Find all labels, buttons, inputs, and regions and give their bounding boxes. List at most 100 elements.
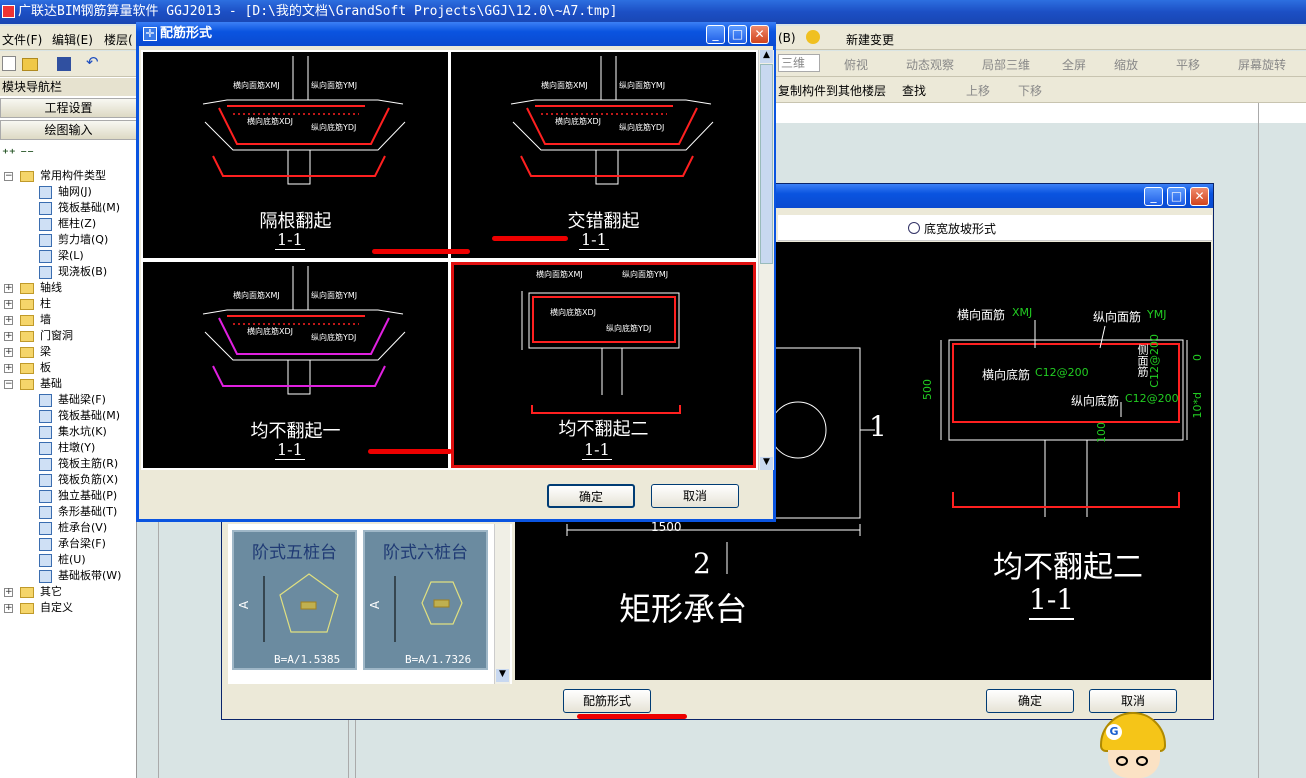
find-button[interactable]: 查找 bbox=[902, 82, 926, 99]
back-ok-button[interactable]: 确定 bbox=[986, 689, 1074, 713]
tree-item[interactable]: 条形基础(T) bbox=[0, 504, 137, 520]
tree-label: 门窗洞 bbox=[40, 329, 73, 342]
undo-icon[interactable]: ↶ bbox=[86, 53, 99, 71]
tree-item[interactable]: 梁(L) bbox=[0, 248, 137, 264]
tree-group[interactable]: + 自定义 bbox=[0, 600, 137, 616]
expand-icon[interactable]: + bbox=[4, 348, 13, 357]
copy-to-floor-button[interactable]: 复制构件到其他楼层 bbox=[778, 82, 886, 99]
back-cancel-button[interactable]: 取消 bbox=[1089, 689, 1177, 713]
tree-group[interactable]: + 其它 bbox=[0, 584, 137, 600]
tree-label: 基础 bbox=[40, 377, 62, 390]
zoom-button[interactable]: 缩放 bbox=[1114, 56, 1138, 73]
close-button[interactable]: ✕ bbox=[1190, 187, 1209, 206]
thumb-six-pile[interactable]: 阶式六桩台 A B=A/1.7326 bbox=[363, 530, 488, 670]
thumb-list-scrollbar[interactable]: ▼ bbox=[494, 524, 510, 684]
collapse-icon[interactable]: − bbox=[4, 172, 13, 181]
tree-item[interactable]: 筏板基础(M) bbox=[0, 408, 137, 424]
menu-help[interactable]: (B) bbox=[778, 31, 796, 45]
option-jun-bu-fan-qi-2[interactable]: 横向面筋XMJ 纵向面筋YMJ 横向底筋XDJ 纵向底筋YDJ 均不翻起二 1-1 bbox=[451, 262, 756, 468]
tree-group[interactable]: + 门窗洞 bbox=[0, 328, 137, 344]
tree-item[interactable]: 筏板基础(M) bbox=[0, 200, 137, 216]
expand-icon[interactable]: + bbox=[4, 316, 13, 325]
front-ok-button[interactable]: 确定 bbox=[547, 484, 635, 508]
tree-label: 柱 bbox=[40, 297, 51, 310]
project-settings-button[interactable]: 工程设置 bbox=[0, 98, 137, 118]
menu-edit[interactable]: 编辑(E) bbox=[52, 31, 93, 48]
option-scrollbar[interactable]: ▲ ▼ bbox=[758, 50, 774, 470]
tree-group[interactable]: + 板 bbox=[0, 360, 137, 376]
front-cancel-button[interactable]: 取消 bbox=[651, 484, 739, 508]
tree-item[interactable]: 承台梁(F) bbox=[0, 536, 137, 552]
tree-item[interactable]: 柱墩(Y) bbox=[0, 440, 137, 456]
expand-icon[interactable]: + bbox=[4, 604, 13, 613]
tree-label: 独立基础(P) bbox=[58, 489, 118, 502]
tree-item[interactable]: 轴网(J) bbox=[0, 184, 137, 200]
move-down-button[interactable]: 下移 bbox=[1018, 82, 1042, 99]
option-jiao-cuo-fan-qi[interactable]: 横向面筋XMJ 纵向面筋YMJ 横向底筋XDJ 纵向底筋YDJ 交错翻起 1-1 bbox=[451, 52, 756, 258]
expand-icon[interactable]: + bbox=[4, 332, 13, 341]
tree-group[interactable]: − 常用构件类型 bbox=[0, 168, 137, 184]
tree-group[interactable]: + 墙 bbox=[0, 312, 137, 328]
expand-icon[interactable]: + bbox=[4, 300, 13, 309]
fullscreen-button[interactable]: 全屏 bbox=[1062, 56, 1086, 73]
collapse-icon[interactable]: − bbox=[4, 380, 13, 389]
view-mode-select[interactable]: 三维 bbox=[778, 54, 821, 72]
scroll-down-icon[interactable]: ▼ bbox=[760, 457, 773, 470]
minimize-button[interactable]: _ bbox=[1144, 187, 1163, 206]
tree-item[interactable]: 桩(U) bbox=[0, 552, 137, 568]
rebar-form-button[interactable]: 配筋形式 bbox=[563, 689, 651, 713]
tree-item[interactable]: 基础板带(W) bbox=[0, 568, 137, 584]
dim-10d: 10*d bbox=[1191, 392, 1204, 419]
option-jun-bu-fan-qi-1[interactable]: 横向面筋XMJ 纵向面筋YMJ 横向底筋XDJ 纵向底筋YDJ 均不翻起一 1-1 bbox=[143, 262, 448, 468]
tree-group[interactable]: + 梁 bbox=[0, 344, 137, 360]
menu-floor[interactable]: 楼层( bbox=[104, 31, 133, 48]
local-3d-button[interactable]: 局部三维 bbox=[982, 56, 1030, 73]
radio-bottom-slope[interactable] bbox=[908, 222, 920, 234]
mascot-icon[interactable]: G bbox=[1096, 712, 1172, 778]
rotate-button[interactable]: 屏幕旋转 bbox=[1238, 56, 1286, 73]
mini-rebar-label: 横向底筋XDJ bbox=[550, 308, 596, 317]
tree-item[interactable]: 集水坑(K) bbox=[0, 424, 137, 440]
tree-group[interactable]: + 柱 bbox=[0, 296, 137, 312]
pan-button[interactable]: 平移 bbox=[1176, 56, 1200, 73]
tree-item[interactable]: 剪力墙(Q) bbox=[0, 232, 137, 248]
detail-section: 1-1 bbox=[1029, 582, 1075, 620]
front-minimize-button[interactable]: _ bbox=[706, 25, 725, 44]
maximize-button[interactable]: □ bbox=[1167, 187, 1186, 206]
tree-item[interactable]: 筏板主筋(R) bbox=[0, 456, 137, 472]
menu-new-change[interactable]: 新建变更 bbox=[846, 31, 894, 48]
tree-item[interactable]: 筏板负筋(X) bbox=[0, 472, 137, 488]
dynamic-orbit-button[interactable]: 动态观察 bbox=[906, 56, 954, 73]
tree-item[interactable]: 桩承台(V) bbox=[0, 520, 137, 536]
menu-file[interactable]: 文件(F) bbox=[2, 31, 42, 48]
scroll-down-icon[interactable]: ▼ bbox=[496, 669, 509, 682]
save-icon[interactable] bbox=[57, 57, 71, 71]
expand-icon[interactable]: + bbox=[4, 588, 13, 597]
scroll-thumb[interactable] bbox=[760, 64, 773, 264]
open-folder-icon[interactable] bbox=[22, 58, 38, 71]
tree-item[interactable]: 独立基础(P) bbox=[0, 488, 137, 504]
expand-icon[interactable]: + bbox=[4, 284, 13, 293]
move-up-button[interactable]: 上移 bbox=[966, 82, 990, 99]
expand-icon[interactable]: + bbox=[4, 364, 13, 373]
helmet-icon[interactable] bbox=[806, 30, 820, 44]
tree-label: 剪力墙(Q) bbox=[58, 233, 109, 246]
top-view-button[interactable]: 俯视 bbox=[844, 56, 868, 73]
tree-label: 桩承台(V) bbox=[58, 521, 108, 534]
drawing-input-button[interactable]: 绘图输入 bbox=[0, 120, 137, 140]
tree-label: 现浇板(B) bbox=[58, 265, 108, 278]
rebar-form-titlebar: 配筋形式 bbox=[136, 22, 776, 46]
front-maximize-button[interactable]: □ bbox=[728, 25, 747, 44]
scroll-up-icon[interactable]: ▲ bbox=[760, 50, 773, 63]
thumb-five-pile[interactable]: 阶式五桩台 A B=A/1.5385 bbox=[232, 530, 357, 670]
tree-item[interactable]: 框柱(Z) bbox=[0, 216, 137, 232]
folder-icon bbox=[20, 347, 34, 358]
tree-group[interactable]: + 轴线 bbox=[0, 280, 137, 296]
option-ge-gen-fan-qi[interactable]: 横向面筋XMJ 纵向面筋YMJ 横向底筋XDJ 纵向底筋YDJ 隔根翻起 1-1 bbox=[143, 52, 448, 258]
tree-item[interactable]: 基础梁(F) bbox=[0, 392, 137, 408]
tree-group[interactable]: − 基础 bbox=[0, 376, 137, 392]
expand-all-icon[interactable]: ⁺⁺ ⁻⁻ bbox=[2, 147, 34, 162]
new-file-icon[interactable] bbox=[2, 56, 16, 71]
tree-item[interactable]: 现浇板(B) bbox=[0, 264, 137, 280]
front-close-button[interactable]: ✕ bbox=[750, 25, 769, 44]
